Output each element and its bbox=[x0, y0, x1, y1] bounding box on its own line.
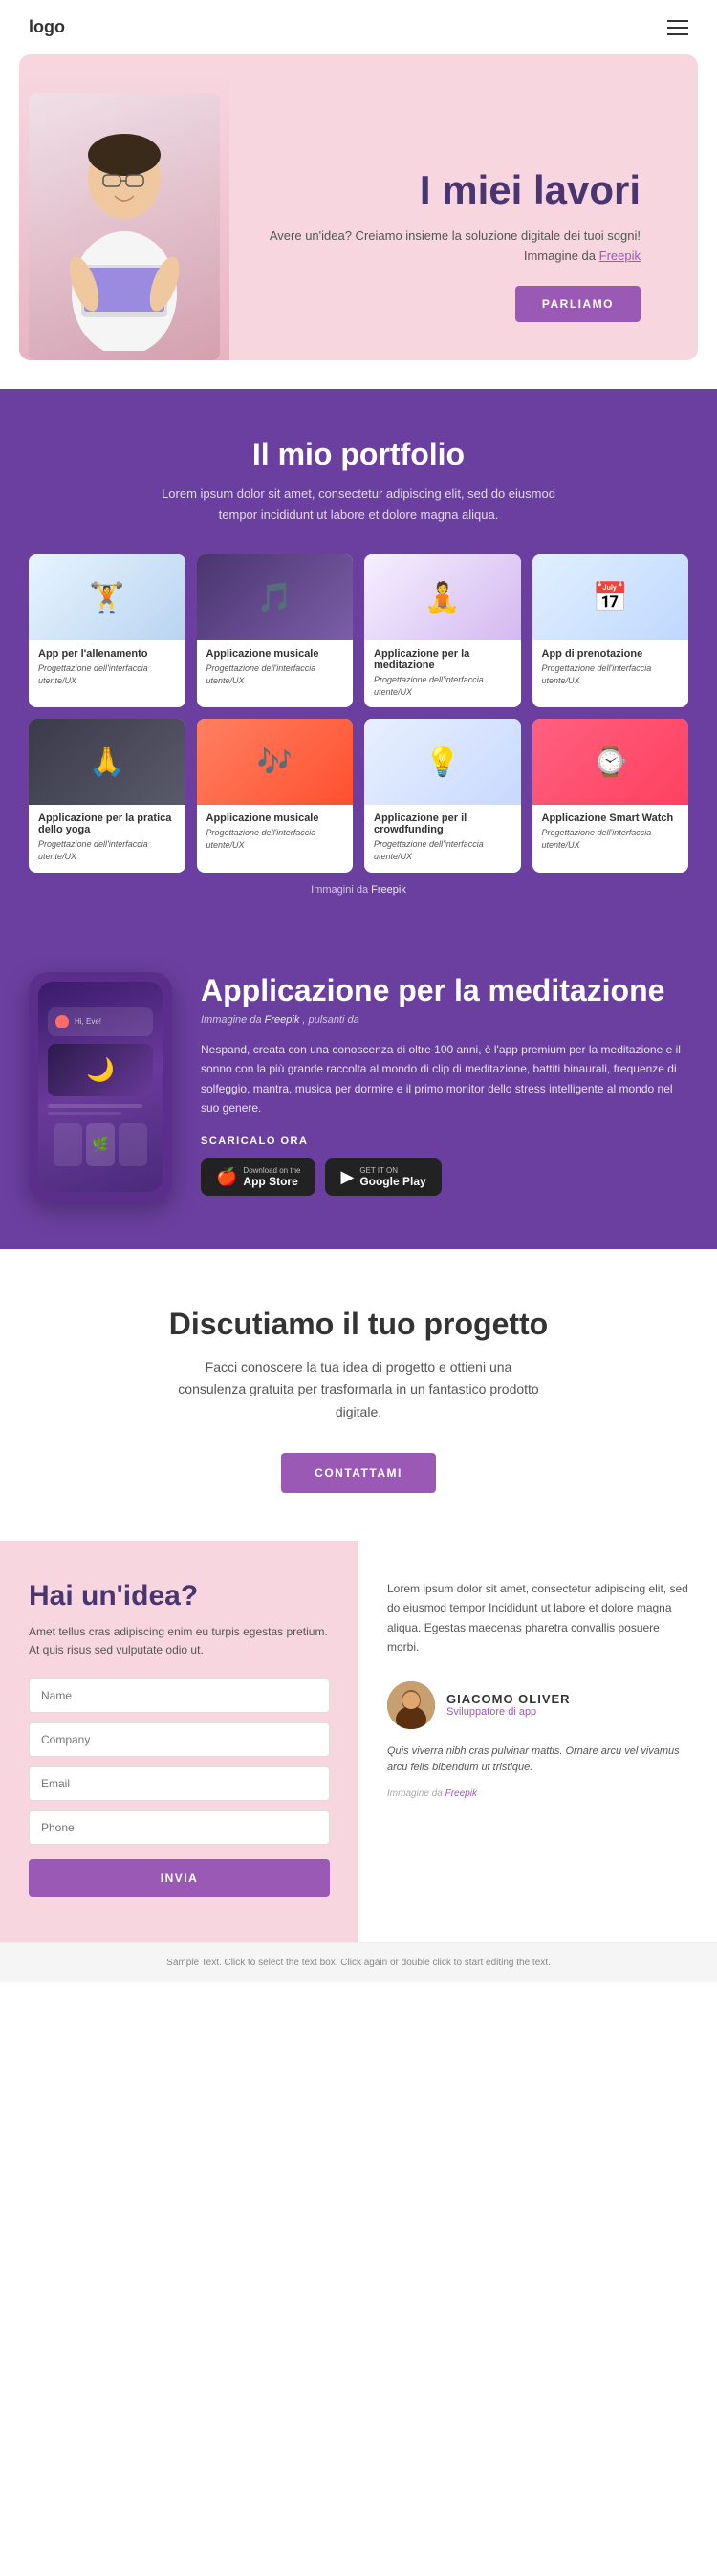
portfolio-grid: 🏋️ App per l'allenamento Progettazione d… bbox=[29, 554, 688, 872]
form-section: Hai un'idea? Amet tellus cras adipiscing… bbox=[0, 1541, 358, 1942]
app-description: Nespand, creata con una conoscenza di ol… bbox=[201, 1040, 688, 1118]
card-body: Applicazione per la meditazione Progetta… bbox=[364, 640, 521, 707]
card-title: Applicazione per il crowdfunding bbox=[374, 812, 511, 835]
portfolio-card-booking[interactable]: 📅 App di prenotazione Progettazione dell… bbox=[532, 554, 689, 707]
portfolio-card-music2[interactable]: 🎶 Applicazione musicale Progettazione de… bbox=[197, 719, 354, 872]
app-store-big: App Store bbox=[243, 1175, 297, 1188]
card-category: Progettazione dell'interfaccia utente/UX bbox=[542, 662, 680, 686]
parliamo-button[interactable]: PARLIAMO bbox=[515, 286, 641, 322]
portfolio-card-yoga[interactable]: 🙏 Applicazione per la pratica dello yoga… bbox=[29, 719, 185, 872]
phone-field[interactable] bbox=[29, 1810, 330, 1845]
contattami-button[interactable]: CONTATTAMI bbox=[281, 1453, 436, 1493]
card-title: Applicazione per la meditazione bbox=[374, 648, 511, 671]
form-title: Hai un'idea? bbox=[29, 1579, 330, 1613]
logo[interactable]: logo bbox=[29, 17, 65, 37]
author-name: GIACOMO OLIVER bbox=[446, 1692, 571, 1706]
card-image: 🧘 bbox=[364, 554, 521, 640]
img-freepik-link[interactable]: Freepik bbox=[445, 1788, 477, 1799]
footer-text: Sample Text. Click to select the text bo… bbox=[166, 1958, 551, 1968]
testimonial-text: Lorem ipsum dolor sit amet, consectetur … bbox=[387, 1579, 688, 1657]
hero-image bbox=[19, 74, 229, 360]
google-play-button[interactable]: ▶ GET IT ON Google Play bbox=[325, 1158, 441, 1196]
card-body: Applicazione Smart Watch Progettazione d… bbox=[532, 805, 689, 860]
card-image: 🙏 bbox=[29, 719, 185, 805]
navbar: logo bbox=[0, 0, 717, 54]
card-category: Progettazione dell'interfaccia utente/UX bbox=[374, 674, 511, 698]
google-play-big: Google Play bbox=[359, 1175, 425, 1188]
app-store-small: Download on the bbox=[243, 1166, 300, 1175]
portfolio-card-meditation[interactable]: 🧘 Applicazione per la meditazione Proget… bbox=[364, 554, 521, 707]
card-category: Progettazione dell'interfaccia utente/UX bbox=[206, 662, 344, 686]
portfolio-card-crowdfund[interactable]: 💡 Applicazione per il crowdfunding Proge… bbox=[364, 719, 521, 872]
card-body: App di prenotazione Progettazione dell'i… bbox=[532, 640, 689, 696]
app-store-button[interactable]: 🍎 Download on the App Store bbox=[201, 1158, 315, 1196]
card-image: ⌚ bbox=[532, 719, 689, 805]
card-body: Applicazione per il crowdfunding Progett… bbox=[364, 805, 521, 872]
author-row: GIACOMO OLIVER Sviluppatore di app bbox=[387, 1681, 688, 1729]
bottom-section: Hai un'idea? Amet tellus cras adipiscing… bbox=[0, 1541, 717, 1942]
testimonial-section: Lorem ipsum dolor sit amet, consectetur … bbox=[358, 1541, 717, 1942]
app-mockup: Hi, Eve! 🌙 🌿 bbox=[29, 972, 172, 1201]
card-image: 🎶 bbox=[197, 719, 354, 805]
freepik-note: Immagini da Freepik bbox=[29, 884, 688, 896]
app-title: Applicazione per la meditazione bbox=[201, 972, 688, 1008]
card-category: Progettazione dell'interfaccia utente/UX bbox=[38, 838, 176, 862]
apple-icon: 🍎 bbox=[216, 1167, 237, 1187]
app-from-link[interactable]: Freepik bbox=[265, 1014, 300, 1026]
submit-button[interactable]: INVIA bbox=[29, 1859, 330, 1897]
author-role: Sviluppatore di app bbox=[446, 1706, 571, 1718]
portfolio-card-fitness[interactable]: 🏋️ App per l'allenamento Progettazione d… bbox=[29, 554, 185, 707]
contact-section: Discutiamo il tuo progetto Facci conosce… bbox=[0, 1249, 717, 1541]
card-image: 📅 bbox=[532, 554, 689, 640]
card-title: App per l'allenamento bbox=[38, 648, 176, 660]
contact-subtitle: Facci conoscere la tua idea di progetto … bbox=[177, 1356, 540, 1424]
portfolio-subtitle: Lorem ipsum dolor sit amet, consectetur … bbox=[158, 484, 559, 526]
portfolio-card-smartwatch[interactable]: ⌚ Applicazione Smart Watch Progettazione… bbox=[532, 719, 689, 872]
footer: Sample Text. Click to select the text bo… bbox=[0, 1942, 717, 1982]
hero-section: I miei lavori Avere un'idea? Creiamo ins… bbox=[19, 54, 698, 360]
portfolio-card-music1[interactable]: 🎵 Applicazione musicale Progettazione de… bbox=[197, 554, 354, 707]
card-body: Applicazione musicale Progettazione dell… bbox=[197, 805, 354, 860]
name-field[interactable] bbox=[29, 1678, 330, 1713]
contact-title: Discutiamo il tuo progetto bbox=[38, 1307, 679, 1342]
card-image: 🏋️ bbox=[29, 554, 185, 640]
hero-content: I miei lavori Avere un'idea? Creiamo ins… bbox=[229, 130, 660, 360]
card-category: Progettazione dell'interfaccia utente/UX bbox=[374, 838, 511, 862]
app-info: Applicazione per la meditazione Immagine… bbox=[201, 972, 688, 1196]
google-play-icon: ▶ bbox=[340, 1167, 354, 1187]
img-credit: Immagine da Freepik bbox=[387, 1788, 688, 1799]
portfolio-section: Il mio portfolio Lorem ipsum dolor sit a… bbox=[0, 389, 717, 934]
email-field[interactable] bbox=[29, 1766, 330, 1801]
google-play-small: GET IT ON bbox=[359, 1166, 398, 1175]
hero-freepik-link[interactable]: Freepik bbox=[599, 249, 641, 263]
card-title: Applicazione musicale bbox=[206, 812, 344, 824]
hero-subtitle: Avere un'idea? Creiamo insieme la soluzi… bbox=[258, 227, 641, 267]
card-category: Progettazione dell'interfaccia utente/UX bbox=[38, 662, 176, 686]
card-title: Applicazione musicale bbox=[206, 648, 344, 660]
hamburger-button[interactable] bbox=[667, 20, 688, 35]
card-body: Applicazione per la pratica dello yoga P… bbox=[29, 805, 185, 872]
company-field[interactable] bbox=[29, 1722, 330, 1757]
avatar bbox=[387, 1681, 435, 1729]
store-buttons: 🍎 Download on the App Store ▶ GET IT ON … bbox=[201, 1158, 688, 1196]
card-title: App di prenotazione bbox=[542, 648, 680, 660]
card-body: App per l'allenamento Progettazione dell… bbox=[29, 640, 185, 696]
form-subtitle: Amet tellus cras adipiscing enim eu turp… bbox=[29, 1623, 330, 1659]
scarica-label: SCARICALO ORA bbox=[201, 1136, 688, 1147]
card-title: Applicazione per la pratica dello yoga bbox=[38, 812, 176, 835]
card-body: Applicazione musicale Progettazione dell… bbox=[197, 640, 354, 696]
app-detail-section: Hi, Eve! 🌙 🌿 Applicazione per la meditaz… bbox=[0, 934, 717, 1249]
card-category: Progettazione dell'interfaccia utente/UX bbox=[542, 827, 680, 851]
card-title: Applicazione Smart Watch bbox=[542, 812, 680, 824]
portfolio-title: Il mio portfolio bbox=[29, 437, 688, 472]
card-image: 💡 bbox=[364, 719, 521, 805]
card-category: Progettazione dell'interfaccia utente/UX bbox=[206, 827, 344, 851]
hero-title: I miei lavori bbox=[258, 168, 641, 212]
author-quote: Quis viverra nibh cras pulvinar mattis. … bbox=[387, 1743, 688, 1777]
portfolio-freepik-link[interactable]: Freepik bbox=[371, 884, 406, 896]
card-image: 🎵 bbox=[197, 554, 354, 640]
app-from: Immagine da Freepik , pulsanti da bbox=[201, 1014, 688, 1026]
